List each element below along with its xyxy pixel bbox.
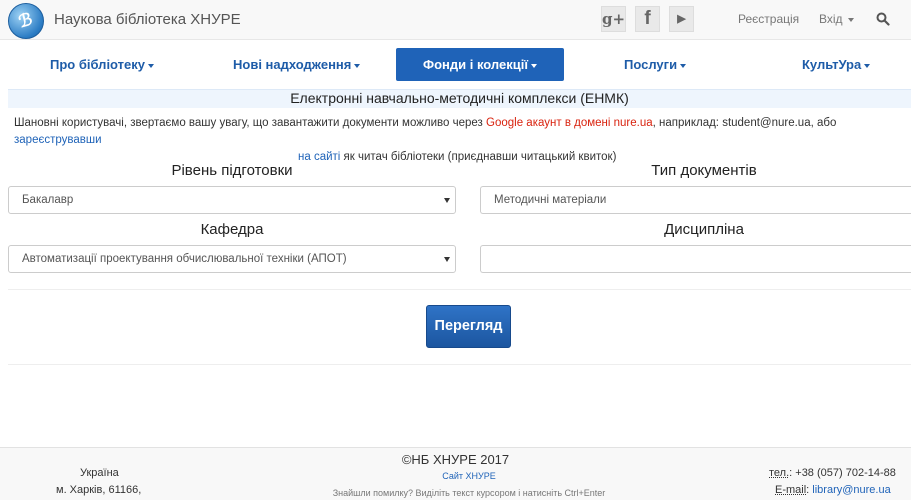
- discipline-select[interactable]: [480, 245, 911, 273]
- site-title[interactable]: Наукова бібліотека ХНУРЕ: [54, 11, 241, 28]
- chevron-down-icon: [847, 17, 854, 22]
- nav-collections[interactable]: Фонди і колекції: [396, 48, 564, 81]
- search-icon[interactable]: [876, 12, 890, 26]
- address-city: м. Харків, 61166,: [56, 484, 142, 496]
- top-header: ℬ Наукова бібліотека ХНУРЕ g+ f ▶ Реєстр…: [0, 0, 911, 40]
- department-label: Кафедра: [200, 221, 264, 238]
- doctype-select-value: Методичні матеріали: [494, 194, 607, 206]
- department-select[interactable]: Автоматизації проектування обчислювально…: [8, 245, 456, 273]
- phone: тел.: +38 (057) 702-14-88: [769, 467, 896, 479]
- nav-culture-label: КультУра: [802, 57, 862, 72]
- google-plus-icon[interactable]: g+: [601, 6, 626, 32]
- nav-about[interactable]: Про бібліотеку: [50, 57, 155, 72]
- level-select[interactable]: Бакалавр: [8, 186, 456, 214]
- nav-services-label: Послуги: [624, 57, 678, 72]
- notice-part-2: , наприклад: student@nure.ua, або: [652, 117, 837, 129]
- notice-part-1: Шановні користувачі, звертаємо вашу уваг…: [14, 117, 487, 129]
- divider: [8, 364, 911, 365]
- doctype-label: Тип документів: [651, 162, 757, 179]
- footer: ©НБ ХНУРЕ 2017 Сайт ХНУРЕ Знайшли помилк…: [0, 447, 911, 500]
- level-label: Рівень підготовки: [171, 162, 293, 179]
- main-nav: Про бібліотеку Нові надходження Фонди і …: [0, 41, 911, 86]
- register-link[interactable]: Реєстрація: [738, 12, 799, 26]
- nav-about-label: Про бібліотеку: [50, 57, 146, 72]
- email-label: E-mail: [775, 484, 807, 496]
- phone-value: : +38 (057) 702-14-88: [789, 467, 896, 479]
- nav-collections-label: Фонди і колекції: [422, 57, 528, 72]
- facebook-icon[interactable]: f: [635, 6, 660, 32]
- notice-google-account: Google акаунт в домені nure.ua: [486, 117, 653, 129]
- view-button[interactable]: Перегляд: [426, 305, 511, 348]
- youtube-icon[interactable]: ▶: [669, 6, 694, 32]
- chevron-down-icon: [148, 63, 155, 68]
- chevron-down-icon: [680, 63, 687, 68]
- library-logo[interactable]: ℬ: [8, 3, 44, 39]
- discipline-label: Дисципліна: [664, 221, 744, 238]
- email: E-mail: library@nure.ua: [775, 484, 891, 496]
- dropdown-arrow-icon: [444, 257, 450, 262]
- nav-culture[interactable]: КультУра: [802, 57, 871, 72]
- nav-services[interactable]: Послуги: [624, 57, 687, 72]
- login-label: Вхід: [819, 12, 843, 26]
- phone-label: тел.: [769, 467, 790, 479]
- nav-new-arrivals[interactable]: Нові надходження: [233, 57, 361, 72]
- copyright: ©НБ ХНУРЕ 2017: [401, 452, 510, 467]
- notice-text: Шановні користувачі, звертаємо вашу уваг…: [14, 115, 911, 166]
- divider: [8, 289, 911, 290]
- department-select-value: Автоматизації проектування обчислювально…: [22, 253, 347, 265]
- email-link[interactable]: library@nure.ua: [812, 484, 890, 496]
- chevron-down-icon: [354, 63, 361, 68]
- nav-new-arrivals-label: Нові надходження: [233, 57, 352, 72]
- level-select-value: Бакалавр: [22, 194, 74, 206]
- dropdown-arrow-icon: [444, 198, 450, 203]
- chevron-down-icon: [531, 63, 537, 68]
- chevron-down-icon: [864, 63, 871, 68]
- address-country: Україна: [80, 467, 119, 479]
- register-inline-link[interactable]: зареєструвавши: [14, 134, 102, 146]
- doctype-select[interactable]: Методичні матеріали: [480, 186, 911, 214]
- page-title: Електронні навчально-методичні комплекси…: [290, 90, 629, 106]
- login-dropdown[interactable]: Вхід: [819, 12, 854, 26]
- logo-glyph: ℬ: [16, 9, 36, 33]
